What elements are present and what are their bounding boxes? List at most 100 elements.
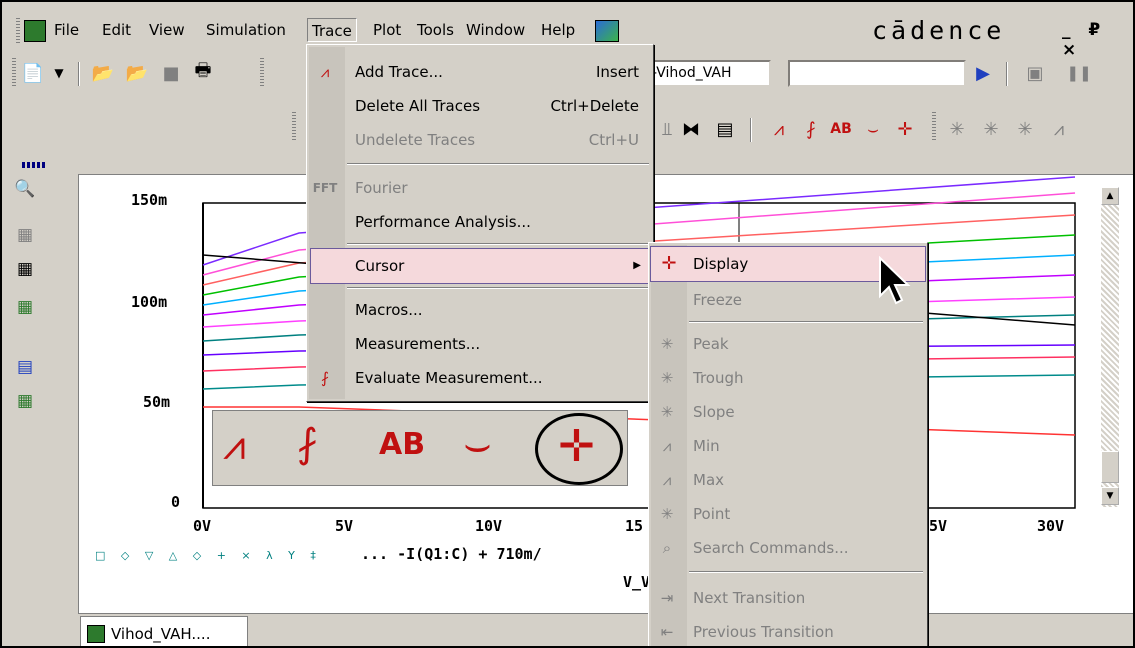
- document-tab[interactable]: Vihod_VAH....: [80, 616, 248, 646]
- trough-icon: ✳: [660, 369, 674, 387]
- side-toolbar-grip[interactable]: [22, 162, 46, 168]
- cursor-display-toolbar-icon[interactable]: ✛: [892, 116, 918, 142]
- open-icon[interactable]: 📂: [90, 60, 116, 86]
- menu-file[interactable]: File: [50, 18, 83, 42]
- menu-item-evaluate-measurement[interactable]: ⨏ Evaluate Measurement...: [307, 361, 653, 395]
- toolbar-separator: [750, 118, 752, 142]
- side-tool-5-icon[interactable]: ▦: [10, 386, 40, 416]
- save-icon[interactable]: ■: [158, 60, 184, 86]
- menu-item-label: Undelete Traces: [355, 131, 476, 149]
- menu-item-peak[interactable]: ✳ Peak: [649, 327, 927, 361]
- menu-item-label: Performance Analysis...: [355, 213, 531, 231]
- menu-item-trough[interactable]: ✳ Trough: [649, 361, 927, 395]
- x-tick-15v: 15: [625, 517, 644, 535]
- menu-item-label: Point: [693, 505, 731, 523]
- new-file-icon[interactable]: 📄: [20, 60, 46, 86]
- scroll-up-icon[interactable]: ▲: [1101, 187, 1119, 205]
- tab-icon: [87, 625, 105, 643]
- menu-item-cursor[interactable]: Cursor ▶: [310, 248, 650, 284]
- side-tool-3-icon[interactable]: ▦: [10, 292, 40, 322]
- menu-item-label: Freeze: [693, 291, 742, 309]
- menu-item-min[interactable]: ⩘ Min: [649, 429, 927, 463]
- zoomed-cursor-display-icon: ✛: [558, 421, 595, 472]
- menu-simulation[interactable]: Simulation: [202, 18, 290, 42]
- menu-item-slope[interactable]: ✳ Slope: [649, 395, 927, 429]
- menu-item-label: Previous Transition: [693, 623, 834, 641]
- zoomed-cursor-trace-icon: ⌣: [463, 419, 492, 470]
- slope-toolbar-icon[interactable]: ✳: [1012, 116, 1038, 142]
- trace-menu: ⩘ Add Trace... Insert Delete All Traces …: [306, 44, 654, 402]
- y-tick-150m: 150m: [131, 191, 168, 209]
- window-controls[interactable]: _ ₽ ×: [1062, 20, 1133, 60]
- menu-item-next-transition[interactable]: ⇥ Next Transition: [649, 581, 927, 615]
- menu-item-measurements[interactable]: Measurements...: [307, 327, 653, 361]
- fourier-icon: FFT: [312, 181, 338, 195]
- profile-input[interactable]: [788, 60, 966, 87]
- zoomed-add-trace-icon: ⩘: [223, 423, 246, 469]
- menubar-grip[interactable]: [16, 18, 20, 44]
- print-icon[interactable]: 🖶: [190, 60, 216, 86]
- menu-item-previous-transition[interactable]: ⇤ Previous Transition: [649, 615, 927, 646]
- add-trace-toolbar-icon[interactable]: ⩘: [766, 116, 792, 142]
- scroll-thumb[interactable]: [1101, 451, 1119, 483]
- legend-markers: □ ◇ ▽ △ ◇ + × λ Y ‡: [95, 549, 322, 562]
- open-alt-icon[interactable]: 📂: [124, 60, 150, 86]
- next-transition-icon: ⇥: [660, 589, 674, 607]
- menu-item-add-trace[interactable]: ⩘ Add Trace... Insert: [307, 55, 653, 89]
- menu-item-performance-analysis[interactable]: Performance Analysis...: [307, 205, 653, 239]
- new-dropdown-icon[interactable]: ▼: [46, 60, 72, 86]
- menu-separator: [347, 287, 649, 289]
- menu-item-macros[interactable]: Macros...: [307, 293, 653, 327]
- menu-item-accel: Ctrl+U: [588, 131, 639, 149]
- menu-bar: File Edit View Simulation Trace Plot Too…: [2, 14, 1133, 60]
- mdi-doc-icon[interactable]: [595, 20, 619, 42]
- y-tick-0: 0: [171, 493, 181, 511]
- toolbar-grip-4[interactable]: [932, 112, 936, 140]
- zoomed-evaluate-icon: ⨏: [297, 421, 318, 467]
- menu-item-fourier[interactable]: FFT Fourier: [307, 171, 653, 205]
- profile-select[interactable]: -Vihod_VAH: [647, 60, 771, 87]
- menu-help[interactable]: Help: [537, 18, 579, 42]
- menu-item-accel: Insert: [595, 63, 639, 81]
- side-tool-2-icon[interactable]: ▦: [10, 254, 40, 284]
- table-icon[interactable]: ▤: [712, 116, 738, 142]
- menu-edit[interactable]: Edit: [98, 18, 135, 42]
- cursor-icon[interactable]: ⫫: [654, 116, 680, 142]
- menu-item-delete-all-traces[interactable]: Delete All Traces Ctrl+Delete: [307, 89, 653, 123]
- menu-plot[interactable]: Plot: [369, 18, 405, 42]
- trough-toolbar-icon[interactable]: ✳: [978, 116, 1004, 142]
- markers-icon[interactable]: ⧓: [678, 116, 704, 142]
- x-tick-0v: 0V: [193, 517, 212, 535]
- menu-trace[interactable]: Trace: [307, 18, 357, 42]
- peak-toolbar-icon[interactable]: ✳: [944, 116, 970, 142]
- toolbar-grip-3[interactable]: [292, 112, 296, 140]
- menu-item-label: Measurements...: [355, 335, 481, 353]
- app-icon[interactable]: [24, 20, 46, 42]
- menu-item-undelete-traces[interactable]: Undelete Traces Ctrl+U: [307, 123, 653, 157]
- toolbar-separator: [78, 62, 80, 86]
- toolbar-grip[interactable]: [12, 58, 16, 86]
- menu-item-label: Fourier: [355, 179, 408, 197]
- menu-item-search-commands[interactable]: ⌕ Search Commands...: [649, 531, 927, 565]
- menu-item-max[interactable]: ⩘ Max: [649, 463, 927, 497]
- side-tool-4-icon[interactable]: ▤: [10, 352, 40, 382]
- cursor-trace-icon[interactable]: ⌣: [860, 116, 886, 142]
- menu-separator: [689, 321, 923, 323]
- toolbar-grip-2[interactable]: [260, 58, 264, 86]
- min-toolbar-icon[interactable]: ⩘: [1046, 116, 1072, 142]
- evaluate-measurement-toolbar-icon[interactable]: ⨏: [798, 116, 824, 142]
- label-icon[interactable]: AB: [828, 116, 854, 142]
- menu-separator: [347, 163, 649, 165]
- menu-tools[interactable]: Tools: [413, 18, 458, 42]
- menu-view[interactable]: View: [145, 18, 189, 42]
- side-tool-1-icon[interactable]: ▦: [10, 220, 40, 250]
- run-icon[interactable]: ▶: [970, 60, 996, 86]
- menu-item-label: Search Commands...: [693, 539, 849, 557]
- menu-item-point[interactable]: ✳ Point: [649, 497, 927, 531]
- scroll-down-icon[interactable]: ▼: [1101, 487, 1119, 505]
- menu-window[interactable]: Window: [462, 18, 529, 42]
- pause-display-icon[interactable]: ▣: [1022, 60, 1048, 86]
- menu-item-label: Macros...: [355, 301, 423, 319]
- pause-icon[interactable]: ❚❚: [1066, 60, 1092, 86]
- zoom-icon[interactable]: 🔍: [10, 174, 40, 204]
